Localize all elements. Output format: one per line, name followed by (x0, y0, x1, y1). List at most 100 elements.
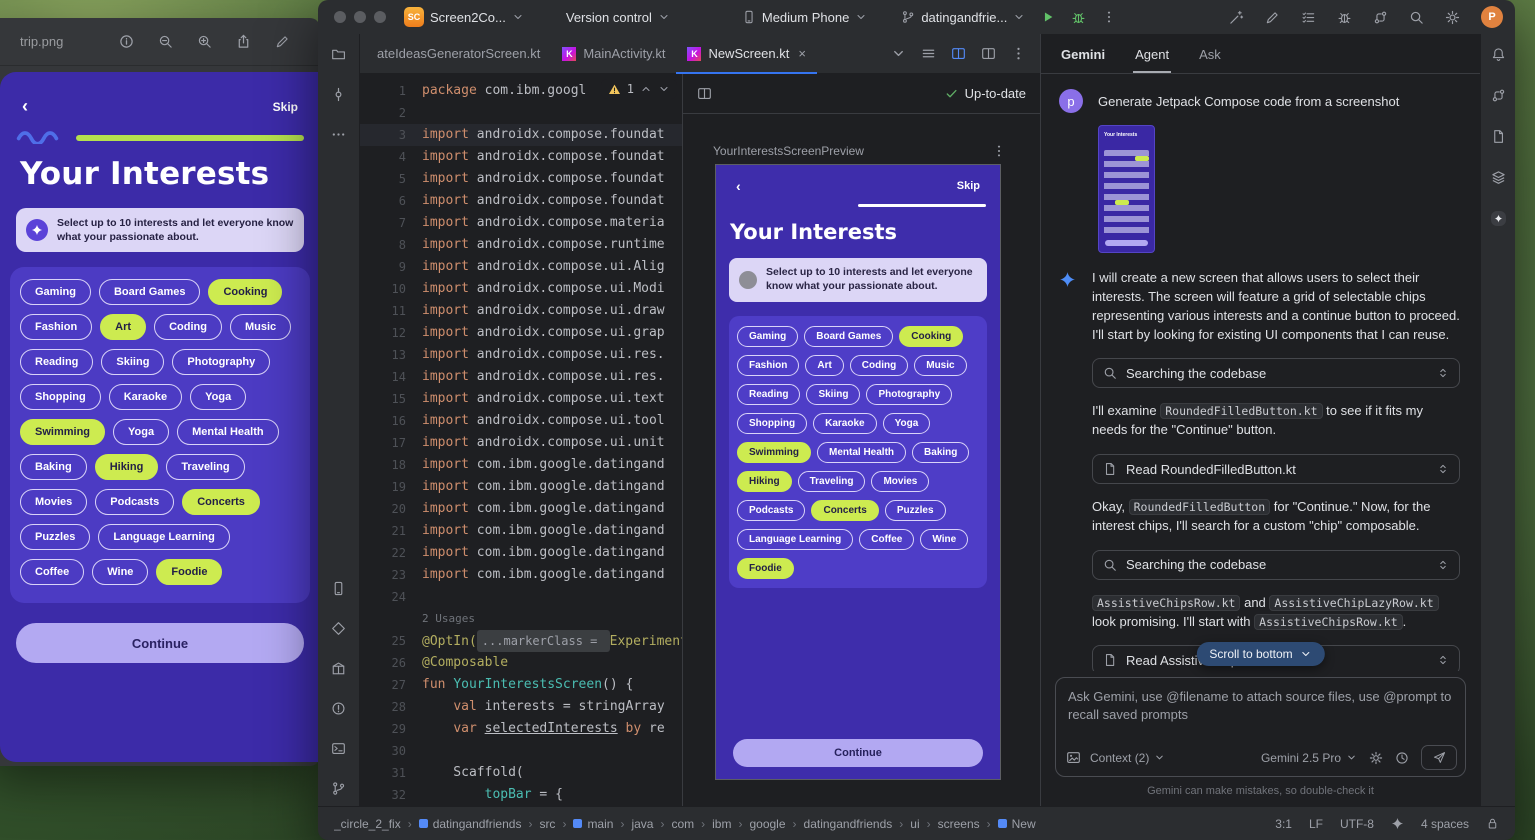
code-line[interactable]: 5import androidx.compose.foundat (360, 168, 682, 190)
editor-tab[interactable]: ateIdeasGeneratorScreen.kt (366, 34, 551, 74)
interest-chip[interactable]: Movies (871, 471, 929, 492)
breadcrumb-item[interactable]: screens (938, 817, 980, 831)
interest-chip[interactable]: Traveling (166, 454, 244, 480)
code-line[interactable]: 10import androidx.compose.ui.Modi (360, 278, 682, 300)
running-devices-icon[interactable] (331, 581, 346, 596)
interest-chip[interactable]: Coding (850, 355, 908, 376)
interest-chip[interactable]: Concerts (811, 500, 878, 521)
interest-chip[interactable]: Baking (912, 442, 969, 463)
hide-tabs-icon[interactable] (891, 46, 906, 61)
interest-chip[interactable]: Hiking (737, 471, 792, 492)
code-line[interactable]: 14import androidx.compose.ui.res. (360, 366, 682, 388)
zoom-in-icon[interactable] (197, 34, 212, 49)
interest-chip[interactable]: Puzzles (885, 500, 946, 521)
code-line[interactable]: 25@OptIn(...markerClass = Experiment (360, 630, 682, 652)
breadcrumb-item[interactable]: src (539, 817, 555, 831)
next-issue-icon[interactable] (658, 83, 670, 95)
markup-icon[interactable] (275, 34, 290, 49)
expand-collapse-icon[interactable] (1437, 559, 1449, 571)
breadcrumb-item[interactable]: datingandfriends (419, 817, 522, 831)
open-editors-icon[interactable] (921, 46, 936, 61)
code-assist-icon[interactable] (1265, 10, 1280, 25)
version-control-icon[interactable] (331, 781, 346, 796)
tool-call-card[interactable]: Searching the codebase (1092, 550, 1460, 580)
breadcrumb-item[interactable]: main (573, 817, 613, 831)
breadcrumb-item[interactable]: datingandfriends (804, 817, 893, 831)
line-separator[interactable]: LF (1309, 817, 1323, 831)
code-line[interactable]: 18import com.ibm.google.datingand (360, 454, 682, 476)
project-selector[interactable]: SC Screen2Co... (396, 4, 532, 30)
editor-options-icon[interactable] (1011, 46, 1026, 61)
device-streaming-icon[interactable] (1229, 10, 1244, 25)
code-line[interactable]: 11import androidx.compose.ui.draw (360, 300, 682, 322)
whats-new-icon[interactable] (331, 661, 346, 676)
code-line[interactable]: 22import com.ibm.google.datingand (360, 542, 682, 564)
run-configuration-selector[interactable]: datingandfrie... (893, 7, 1033, 28)
notifications-icon[interactable] (1491, 47, 1506, 62)
interest-chip[interactable]: Swimming (737, 442, 811, 463)
interest-chip[interactable]: Shopping (737, 413, 807, 434)
interest-chip[interactable]: Swimming (20, 419, 105, 445)
send-button[interactable] (1421, 745, 1457, 770)
zoom-window-button[interactable] (374, 11, 386, 23)
interest-chip[interactable]: Board Games (99, 279, 201, 305)
interest-chip[interactable]: Reading (20, 349, 93, 375)
vcs-widget[interactable]: Version control (558, 7, 678, 28)
interest-chip[interactable]: Photography (172, 349, 270, 375)
attach-image-icon[interactable] (1066, 750, 1081, 765)
terminal-icon[interactable] (331, 741, 346, 756)
interest-chip[interactable]: Coding (154, 314, 222, 340)
more-tool-windows-icon[interactable] (331, 127, 346, 142)
interest-chip[interactable]: Gaming (737, 326, 798, 347)
code-line[interactable]: 2 Usages (360, 608, 682, 630)
inspection-widget[interactable]: 1 (601, 79, 677, 99)
interest-chip[interactable]: Music (230, 314, 291, 340)
gemini-settings-icon[interactable] (1369, 751, 1383, 765)
share-icon[interactable] (236, 34, 251, 49)
device-explorer-icon[interactable] (1491, 129, 1506, 144)
interest-chip[interactable]: Reading (737, 384, 800, 405)
commit-icon[interactable] (331, 87, 346, 102)
caret-position[interactable]: 3:1 (1275, 817, 1292, 831)
interest-chip[interactable]: Wine (920, 529, 968, 550)
code-line[interactable]: 28 val interests = stringArray (360, 696, 682, 718)
interest-chip[interactable]: Puzzles (20, 524, 90, 550)
design-mode-icon[interactable] (981, 46, 996, 61)
prev-issue-icon[interactable] (640, 83, 652, 95)
code-line[interactable]: 3import androidx.compose.foundat (360, 124, 682, 146)
code-editor[interactable]: 1package com.ibm.googl23import androidx.… (360, 74, 682, 806)
todo-icon[interactable] (1301, 10, 1316, 25)
attached-screenshot-thumbnail[interactable]: Your Interests (1098, 125, 1155, 253)
code-line[interactable]: 32 topBar = { (360, 784, 682, 806)
interest-chip[interactable]: Language Learning (737, 529, 853, 550)
code-line[interactable]: 15import androidx.compose.ui.text (360, 388, 682, 410)
code-line[interactable]: 30 (360, 740, 682, 762)
run-button[interactable] (1033, 7, 1063, 27)
split-view-icon[interactable] (697, 86, 712, 101)
sync-icon[interactable] (1373, 10, 1388, 25)
minimize-window-button[interactable] (354, 11, 366, 23)
interest-chip[interactable]: Coffee (859, 529, 914, 550)
more-actions-button[interactable] (1094, 7, 1124, 27)
code-line[interactable]: 27fun YourInterestsScreen() { (360, 674, 682, 696)
interest-chip[interactable]: Concerts (182, 489, 260, 515)
interest-chip[interactable]: Fashion (20, 314, 92, 340)
interest-chip[interactable]: Cooking (899, 326, 963, 347)
code-line[interactable]: 21import com.ibm.google.datingand (360, 520, 682, 542)
expand-collapse-icon[interactable] (1437, 463, 1449, 475)
gemini-icon[interactable] (1491, 211, 1506, 226)
model-selector[interactable]: Gemini 2.5 Pro (1261, 751, 1357, 765)
code-line[interactable]: 4import androidx.compose.foundat (360, 146, 682, 168)
interest-chip[interactable]: Foodie (156, 559, 222, 585)
split-mode-icon[interactable] (951, 46, 966, 61)
breadcrumb-item[interactable]: ui (910, 817, 919, 831)
interest-chip[interactable]: Art (805, 355, 843, 376)
history-icon[interactable] (1395, 751, 1409, 765)
code-line[interactable]: 8import androidx.compose.runtime (360, 234, 682, 256)
code-line[interactable]: 26@Composable (360, 652, 682, 674)
tool-call-card[interactable]: Read RoundedFilledButton.kt (1092, 454, 1460, 484)
interest-chip[interactable]: Language Learning (98, 524, 229, 550)
interest-chip[interactable]: Shopping (20, 384, 101, 410)
code-line[interactable]: 2 (360, 102, 682, 124)
context-selector[interactable]: Context (2) (1090, 751, 1165, 765)
